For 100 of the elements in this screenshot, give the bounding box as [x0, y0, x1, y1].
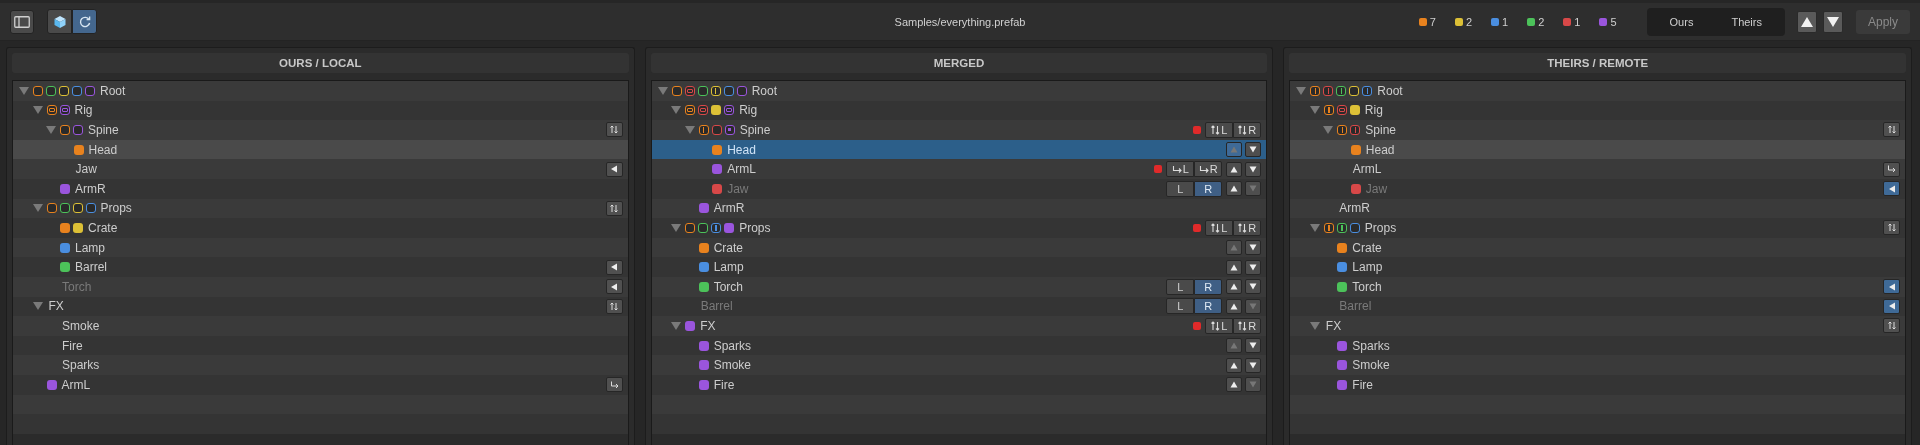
tree-row[interactable]: Torch L R	[651, 276, 1267, 297]
tree-row[interactable]: FX	[1290, 316, 1905, 336]
tree-row[interactable]: ArmR	[651, 198, 1267, 219]
tree-row[interactable]: Fire	[651, 374, 1267, 395]
move-up-button[interactable]	[1226, 259, 1243, 275]
tree-row[interactable]: Lamp	[1290, 257, 1905, 277]
tree-row[interactable]: Smoke	[651, 355, 1267, 375]
refresh-button[interactable]	[72, 9, 97, 34]
tree-row[interactable]: Props L R	[651, 218, 1267, 238]
side-tab[interactable]: Theirs	[1712, 9, 1781, 34]
tree-row[interactable]: Crate	[13, 218, 628, 238]
expand-triangle-icon[interactable]	[671, 223, 682, 232]
take-button[interactable]	[605, 259, 623, 275]
swap-side-button[interactable]: R	[1233, 219, 1262, 236]
swap-button[interactable]	[605, 200, 623, 216]
side-pick-button[interactable]: R	[1194, 180, 1223, 197]
tree-row[interactable]: Head	[13, 139, 628, 160]
take-button[interactable]	[605, 161, 623, 177]
tree-row[interactable]: Spine	[1290, 120, 1905, 140]
take-button[interactable]	[1883, 298, 1900, 314]
swap-side-button[interactable]: R	[1233, 122, 1262, 138]
move-down-button[interactable]	[1245, 142, 1262, 158]
expand-triangle-icon[interactable]	[1323, 126, 1334, 134]
swap-button[interactable]	[605, 122, 623, 138]
tree-row[interactable]: Crate	[1290, 237, 1905, 258]
tree-row[interactable]: FX L R	[651, 316, 1267, 336]
move-down-button[interactable]	[1245, 259, 1262, 275]
move-down-button[interactable]	[1245, 338, 1262, 353]
expand-triangle-icon[interactable]	[657, 86, 668, 95]
move-button[interactable]	[605, 377, 623, 393]
move-up-button[interactable]	[1226, 181, 1243, 197]
take-button[interactable]	[1883, 181, 1900, 197]
tree-row[interactable]: Props	[13, 198, 628, 219]
expand-triangle-icon[interactable]	[46, 126, 56, 134]
tree-row[interactable]: Barrel	[13, 257, 628, 277]
tree-row[interactable]: Spine	[13, 120, 628, 140]
swap-button[interactable]	[605, 298, 623, 314]
move-side-button[interactable]: L	[1166, 161, 1195, 178]
move-up-button[interactable]	[1226, 357, 1243, 373]
move-button[interactable]	[1883, 161, 1900, 177]
previous-button[interactable]	[1796, 10, 1817, 33]
move-side-button[interactable]: R	[1194, 161, 1223, 178]
tree-row[interactable]: Lamp	[651, 257, 1267, 277]
swap-button[interactable]	[1883, 220, 1900, 236]
tree-row[interactable]: Barrel L R	[651, 296, 1267, 317]
move-down-button[interactable]	[1245, 161, 1262, 177]
tree-row[interactable]: Jaw	[13, 159, 628, 179]
tree-row[interactable]: ArmR	[1290, 198, 1905, 219]
side-tab[interactable]: Ours	[1650, 9, 1713, 34]
tree-row[interactable]: Rig	[651, 100, 1267, 121]
move-up-button[interactable]	[1226, 298, 1243, 314]
swap-side-button[interactable]: L	[1205, 219, 1234, 236]
tree-row[interactable]: Lamp	[13, 237, 628, 258]
move-down-button[interactable]	[1245, 240, 1262, 256]
side-pick-button[interactable]: L	[1166, 298, 1195, 315]
move-down-button[interactable]	[1245, 279, 1262, 295]
swap-side-button[interactable]: L	[1205, 317, 1234, 334]
expand-triangle-icon[interactable]	[32, 204, 43, 213]
tree-row[interactable]: ArmL	[1290, 159, 1905, 179]
expand-triangle-icon[interactable]	[1309, 223, 1320, 232]
side-pick-button[interactable]: L	[1166, 180, 1195, 197]
expand-triangle-icon[interactable]	[32, 106, 43, 115]
expand-triangle-icon[interactable]	[1309, 321, 1320, 330]
side-pick-button[interactable]: L	[1166, 278, 1195, 295]
side-pick-button[interactable]: R	[1194, 298, 1223, 315]
move-up-button[interactable]	[1226, 377, 1243, 393]
move-down-button[interactable]	[1245, 357, 1262, 373]
tree-row[interactable]: Crate	[651, 237, 1267, 258]
sidebar-toggle-button[interactable]	[10, 9, 34, 34]
tree-row[interactable]: Smoke	[1290, 355, 1905, 375]
tree-row[interactable]: Spine L R	[651, 120, 1267, 140]
tree-row[interactable]: Jaw L R	[651, 178, 1267, 199]
tree-row[interactable]: Sparks	[1290, 335, 1905, 356]
expand-triangle-icon[interactable]	[32, 302, 43, 311]
tree-row[interactable]: Smoke	[13, 316, 628, 336]
side-pick-button[interactable]: R	[1194, 278, 1223, 295]
tree-row[interactable]: Root	[1290, 81, 1905, 101]
tree-row[interactable]: ArmL L R	[651, 159, 1267, 179]
tree-row[interactable]: Sparks	[13, 355, 628, 375]
tree-row[interactable]: ArmL	[13, 374, 628, 395]
tree-row[interactable]: FX	[13, 296, 628, 317]
expand-triangle-icon[interactable]	[684, 126, 695, 134]
tree-row[interactable]: ArmR	[13, 178, 628, 199]
tree-row[interactable]: Rig	[1290, 100, 1905, 121]
tree-row[interactable]: Props	[1290, 218, 1905, 238]
swap-button[interactable]	[1883, 318, 1900, 334]
swap-side-button[interactable]: L	[1205, 122, 1234, 138]
swap-button[interactable]	[1883, 122, 1900, 138]
tree-row[interactable]: Head	[651, 139, 1267, 160]
expand-triangle-icon[interactable]	[1309, 106, 1320, 115]
expand-triangle-icon[interactable]	[671, 321, 682, 330]
tree-row[interactable]: Head	[1290, 139, 1905, 160]
tree-row[interactable]: Fire	[1290, 374, 1905, 395]
take-button[interactable]	[605, 279, 623, 295]
tree-row[interactable]: Root	[651, 81, 1267, 101]
tree-row[interactable]: Rig	[13, 100, 628, 121]
swap-side-button[interactable]: R	[1233, 317, 1262, 334]
expand-triangle-icon[interactable]	[1296, 86, 1307, 95]
move-up-button[interactable]	[1226, 279, 1243, 295]
expand-triangle-icon[interactable]	[671, 106, 682, 115]
